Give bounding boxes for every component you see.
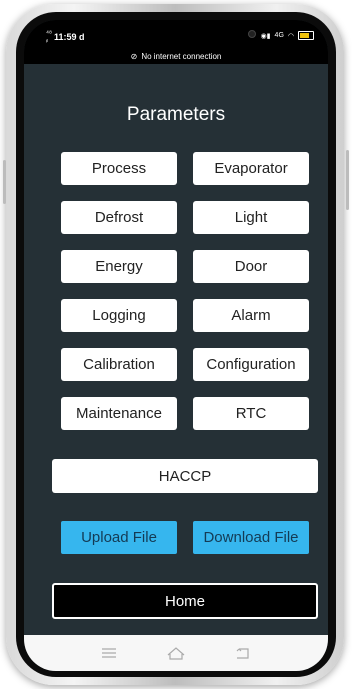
network-icon: 4G	[274, 32, 284, 39]
light-button[interactable]: Light	[193, 201, 309, 234]
signal-icon: ◉▮	[260, 32, 271, 40]
sim-icon: ⁴⁸ ᵢₗ	[46, 30, 52, 44]
home-icon[interactable]	[165, 644, 187, 662]
status-icons: ◉▮ 4G ◠	[261, 31, 314, 40]
haccp-button[interactable]: HACCP	[52, 459, 318, 493]
status-time: 11:59 d	[54, 32, 85, 42]
home-button[interactable]: Home	[52, 583, 318, 619]
no-internet-text: No internet connection	[141, 51, 222, 61]
menu-icon[interactable]	[98, 644, 120, 662]
wifi-icon: ◠	[287, 32, 294, 40]
upload-file-button[interactable]: Upload File	[61, 521, 177, 554]
evaporator-button[interactable]: Evaporator	[193, 152, 309, 185]
download-file-button[interactable]: Download File	[193, 521, 309, 554]
logging-button[interactable]: Logging	[61, 299, 177, 332]
calibration-button[interactable]: Calibration	[61, 348, 177, 381]
power-button	[346, 150, 349, 210]
system-nav-bar	[24, 635, 328, 671]
battery-icon	[298, 31, 314, 40]
door-button[interactable]: Door	[193, 250, 309, 283]
rtc-button[interactable]: RTC	[193, 397, 309, 430]
back-icon[interactable]	[232, 644, 254, 662]
maintenance-button[interactable]: Maintenance	[61, 397, 177, 430]
defrost-button[interactable]: Defrost	[61, 201, 177, 234]
status-bar: ⁴⁸ ᵢₗ 11:59 d ◉▮ 4G ◠	[24, 20, 328, 50]
page-title: Parameters	[126, 104, 226, 125]
camera-icon	[248, 30, 256, 38]
alarm-button[interactable]: Alarm	[193, 299, 309, 332]
screen: ⁴⁸ ᵢₗ 11:59 d ◉▮ 4G ◠ ⊘ No internet conne…	[24, 20, 328, 671]
no-wifi-icon: ⊘	[130, 51, 138, 61]
camera-notch	[130, 20, 264, 50]
volume-button	[3, 160, 6, 204]
configuration-button[interactable]: Configuration	[193, 348, 309, 381]
no-internet-banner: ⊘ No internet connection	[24, 48, 328, 64]
energy-button[interactable]: Energy	[61, 250, 177, 283]
process-button[interactable]: Process	[61, 152, 177, 185]
